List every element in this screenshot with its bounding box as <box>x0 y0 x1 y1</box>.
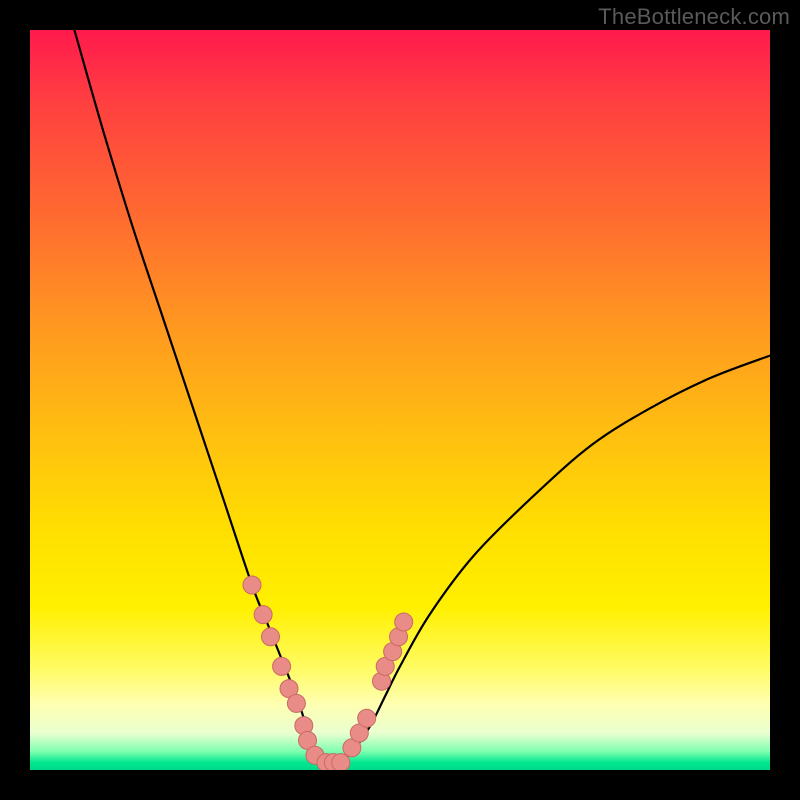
plot-area <box>30 30 770 770</box>
marker-dot <box>273 657 291 675</box>
marker-dot <box>395 613 413 631</box>
highlight-markers <box>243 576 413 770</box>
chart-frame: TheBottleneck.com <box>0 0 800 800</box>
marker-dot <box>332 754 350 770</box>
watermark-text: TheBottleneck.com <box>598 4 790 30</box>
marker-dot <box>254 606 272 624</box>
bottleneck-curve <box>74 30 770 763</box>
chart-svg <box>30 30 770 770</box>
marker-dot <box>358 709 376 727</box>
marker-dot <box>287 694 305 712</box>
marker-dot <box>243 576 261 594</box>
marker-dot <box>262 628 280 646</box>
